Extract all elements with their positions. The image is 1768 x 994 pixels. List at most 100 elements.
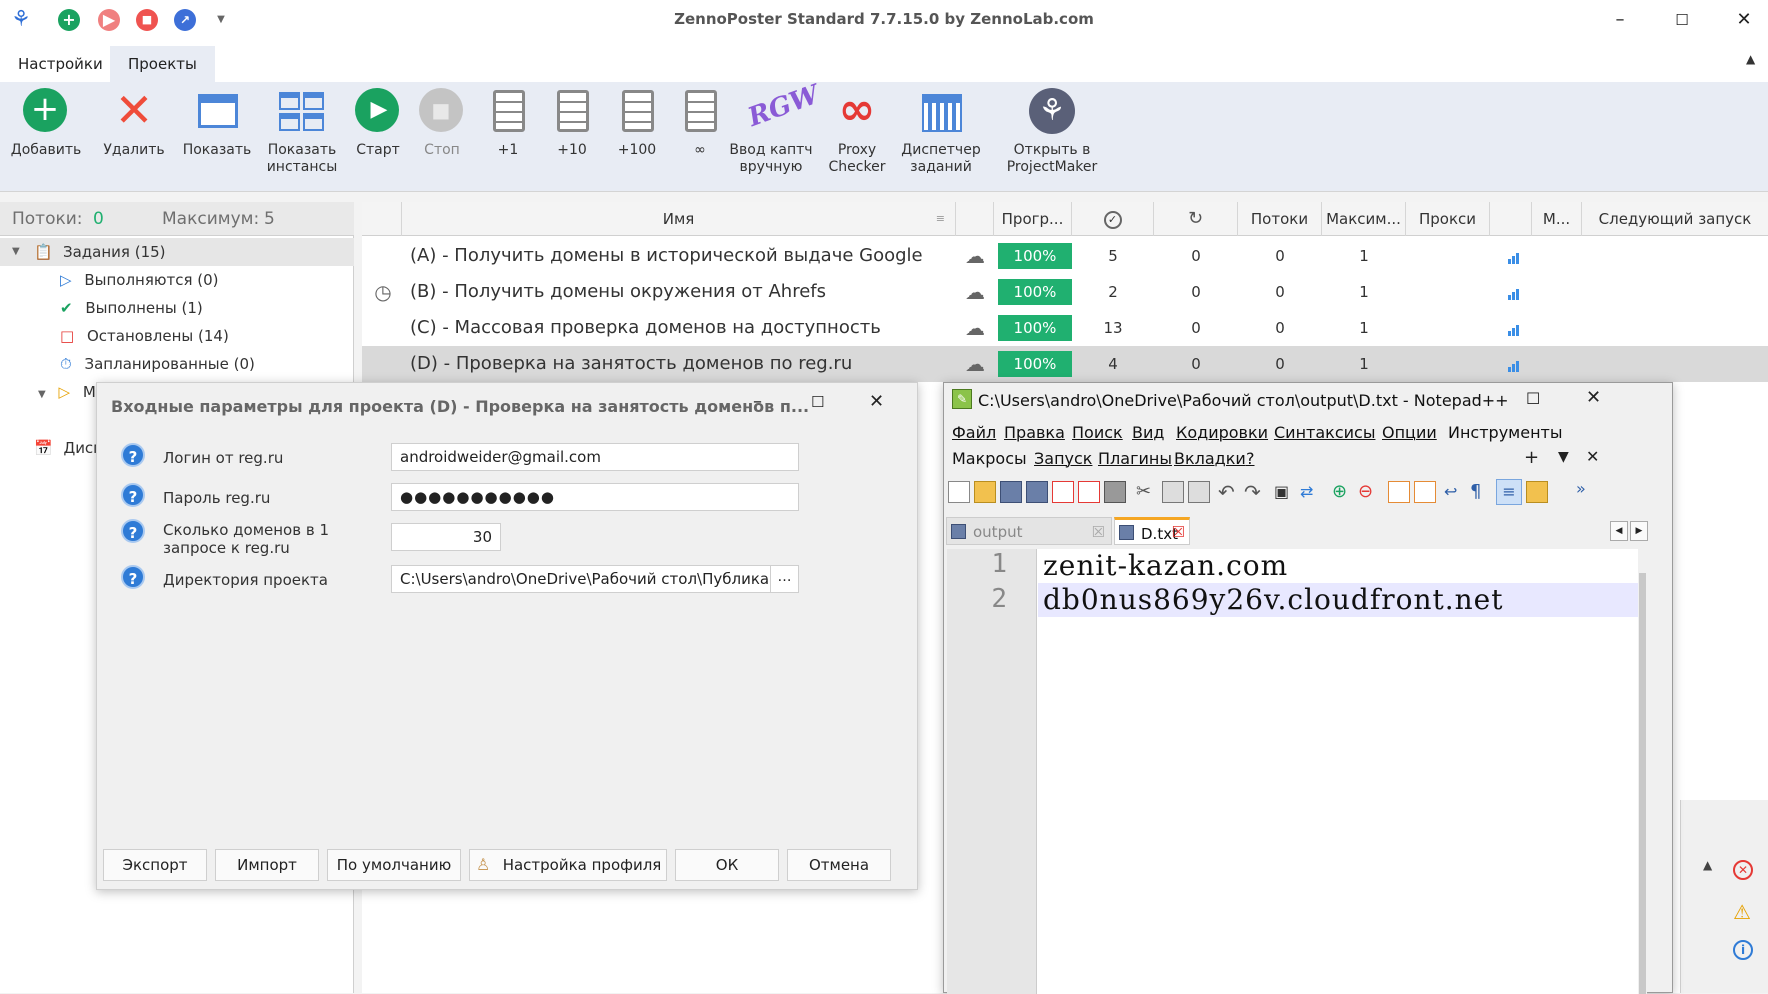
minimize-button[interactable]: – bbox=[1600, 6, 1640, 34]
menu-search[interactable]: Поиск bbox=[1072, 423, 1123, 442]
plus-10-button[interactable]: +10 bbox=[544, 88, 600, 159]
tab-scroll-left-icon[interactable]: ◀ bbox=[1610, 521, 1628, 541]
export-button[interactable]: Экспорт bbox=[103, 849, 207, 881]
column-header-type[interactable] bbox=[956, 202, 994, 236]
login-input[interactable]: androidweider@gmail.com bbox=[391, 443, 799, 471]
column-header-threads[interactable]: Потоки bbox=[1238, 202, 1322, 236]
open-file-icon[interactable] bbox=[974, 481, 996, 503]
new-tab-plus-icon[interactable]: + bbox=[1524, 447, 1539, 468]
toolbar-overflow-icon[interactable]: » bbox=[1576, 479, 1598, 501]
menu-plugins[interactable]: Плагины bbox=[1098, 449, 1172, 468]
table-row-selected[interactable]: (D) - Проверка на занятость доменов по r… bbox=[362, 346, 1768, 382]
infinite-button[interactable]: ∞ bbox=[672, 88, 728, 159]
redo-icon[interactable]: ↷ bbox=[1244, 481, 1266, 503]
tab-projects[interactable]: Проекты bbox=[110, 46, 215, 82]
plus-100-button[interactable]: +100 bbox=[606, 88, 668, 159]
zoom-out-icon[interactable]: ⊖ bbox=[1358, 481, 1380, 503]
domains-per-request-input[interactable]: 30 bbox=[391, 523, 501, 551]
info-filter-icon[interactable]: i bbox=[1733, 940, 1753, 960]
add-button[interactable]: + Добавить bbox=[6, 88, 86, 159]
indent-guide-icon[interactable]: ≡ bbox=[1496, 479, 1522, 505]
scrollbar-thumb[interactable] bbox=[1639, 573, 1646, 994]
menu-encoding[interactable]: Кодировки bbox=[1176, 423, 1268, 442]
print-icon[interactable] bbox=[1104, 481, 1126, 503]
column-header-next-run[interactable]: Следующий запуск bbox=[1582, 202, 1768, 236]
help-icon[interactable]: ? bbox=[121, 565, 145, 589]
replace-icon[interactable]: ⇄ bbox=[1300, 481, 1322, 503]
defaults-button[interactable]: По умолчанию bbox=[327, 849, 461, 881]
show-instances-button[interactable]: Показать инстансы bbox=[260, 88, 344, 176]
vertical-scrollbar[interactable] bbox=[1638, 549, 1647, 994]
ok-button[interactable]: ОК bbox=[675, 849, 779, 881]
dialog-minimize-button[interactable]: – bbox=[753, 391, 762, 412]
column-header-done[interactable]: ✓ bbox=[1072, 202, 1154, 236]
find-icon[interactable]: ▣ bbox=[1274, 481, 1296, 503]
save-icon[interactable] bbox=[1000, 481, 1022, 503]
start-button[interactable]: ▶ Старт bbox=[346, 88, 410, 159]
profile-settings-button[interactable]: ♙ Настройка профиля bbox=[469, 849, 667, 881]
notepad-maximize-button[interactable]: ☐ bbox=[1526, 389, 1540, 408]
table-row[interactable]: ◷ (B) - Получить домены окружения от Ahr… bbox=[362, 274, 1768, 310]
sync-vertical-icon[interactable] bbox=[1388, 481, 1410, 503]
tab-close-icon[interactable]: ☒ bbox=[1172, 518, 1185, 546]
task-scheduler-button[interactable]: Диспетчер заданий bbox=[898, 88, 984, 176]
tree-item-dispatcher[interactable]: 📅 Дисп bbox=[34, 434, 103, 462]
error-filter-icon[interactable]: ✕ bbox=[1733, 860, 1753, 880]
cut-icon[interactable]: ✂ bbox=[1136, 481, 1158, 503]
close-doc-icon[interactable]: ✕ bbox=[1586, 447, 1599, 466]
stats-bars-icon[interactable] bbox=[1508, 252, 1520, 264]
save-all-icon[interactable] bbox=[1026, 481, 1048, 503]
stats-bars-icon[interactable] bbox=[1508, 288, 1520, 300]
warning-filter-icon[interactable]: ⚠ bbox=[1733, 900, 1751, 924]
tree-item-m[interactable]: ▼ ▷ М bbox=[38, 378, 96, 406]
help-icon[interactable]: ? bbox=[121, 519, 145, 543]
sync-horizontal-icon[interactable] bbox=[1414, 481, 1436, 503]
show-all-chars-icon[interactable]: ¶ bbox=[1470, 481, 1492, 503]
column-header-proxy[interactable]: Прокси bbox=[1406, 202, 1490, 236]
help-icon[interactable]: ? bbox=[121, 483, 145, 507]
tree-item-running[interactable]: ▷ Выполняются (0) bbox=[60, 266, 219, 294]
dialog-close-button[interactable]: ✕ bbox=[869, 391, 884, 412]
column-header-name[interactable]: Имя ≡ bbox=[402, 202, 956, 236]
close-all-icon[interactable] bbox=[1078, 481, 1100, 503]
cancel-button[interactable]: Отмена bbox=[787, 849, 891, 881]
menu-help[interactable]: ? bbox=[1246, 449, 1255, 468]
plus-1-button[interactable]: +1 bbox=[480, 88, 536, 159]
dialog-maximize-button[interactable]: ☐ bbox=[811, 393, 824, 411]
menu-tools[interactable]: Инструменты bbox=[1448, 423, 1563, 442]
column-header-repeat[interactable]: ↻ bbox=[1154, 202, 1238, 236]
column-header-max[interactable]: Максим... bbox=[1322, 202, 1406, 236]
menu-view[interactable]: Вид bbox=[1132, 423, 1164, 442]
import-button[interactable]: Импорт bbox=[215, 849, 319, 881]
tab-settings[interactable]: Настройки bbox=[0, 46, 121, 82]
project-directory-input[interactable]: C:\Users\andro\OneDrive\Рабочий стол\Пуб… bbox=[391, 565, 771, 593]
tab-list-dropdown-icon[interactable]: ▼ bbox=[1558, 449, 1569, 465]
tree-item-scheduled[interactable]: ⏱ Запланированные (0) bbox=[60, 350, 255, 378]
chevron-down-icon[interactable]: ▼ bbox=[38, 389, 46, 400]
tab-d-txt[interactable]: D.txt ☒ bbox=[1114, 517, 1190, 545]
proxy-checker-button[interactable]: ∞ Proxy Checker bbox=[822, 88, 892, 176]
paste-icon[interactable] bbox=[1188, 481, 1210, 503]
open-in-projectmaker-button[interactable]: ⚘ Открыть в ProjectMaker bbox=[1000, 88, 1104, 176]
notepad-close-button[interactable]: ✕ bbox=[1586, 387, 1601, 408]
stats-bars-icon[interactable] bbox=[1508, 360, 1520, 372]
column-header-progress[interactable]: Прогр... bbox=[994, 202, 1072, 236]
tab-close-icon[interactable]: ☒ bbox=[1092, 518, 1105, 546]
zoom-in-icon[interactable]: ⊕ bbox=[1332, 481, 1354, 503]
copy-icon[interactable] bbox=[1162, 481, 1184, 503]
close-button[interactable]: ✕ bbox=[1724, 6, 1764, 34]
scroll-up-icon[interactable]: ▲ bbox=[1703, 858, 1712, 872]
menu-macros[interactable]: Макросы bbox=[952, 449, 1027, 468]
column-header-m[interactable]: М... bbox=[1532, 202, 1582, 236]
stop-button[interactable]: ■ Стоп bbox=[410, 88, 474, 159]
table-row[interactable]: (C) - Массовая проверка доменов на досту… bbox=[362, 310, 1768, 346]
editor-area[interactable]: 1 2 zenit-kazan.com db0nus869y26v.cloudf… bbox=[947, 549, 1647, 994]
browse-button[interactable]: … bbox=[771, 565, 799, 593]
delete-button[interactable]: ✕ Удалить bbox=[94, 87, 174, 159]
column-header-unnamed[interactable] bbox=[1490, 202, 1532, 236]
password-input[interactable]: ●●●●●●●●●●● bbox=[391, 483, 799, 511]
table-row[interactable]: (A) - Получить домены в исторической выд… bbox=[362, 238, 1768, 274]
close-file-icon[interactable] bbox=[1052, 481, 1074, 503]
maximize-button[interactable]: ☐ bbox=[1662, 6, 1702, 34]
word-wrap-icon[interactable]: ↩ bbox=[1444, 481, 1466, 503]
